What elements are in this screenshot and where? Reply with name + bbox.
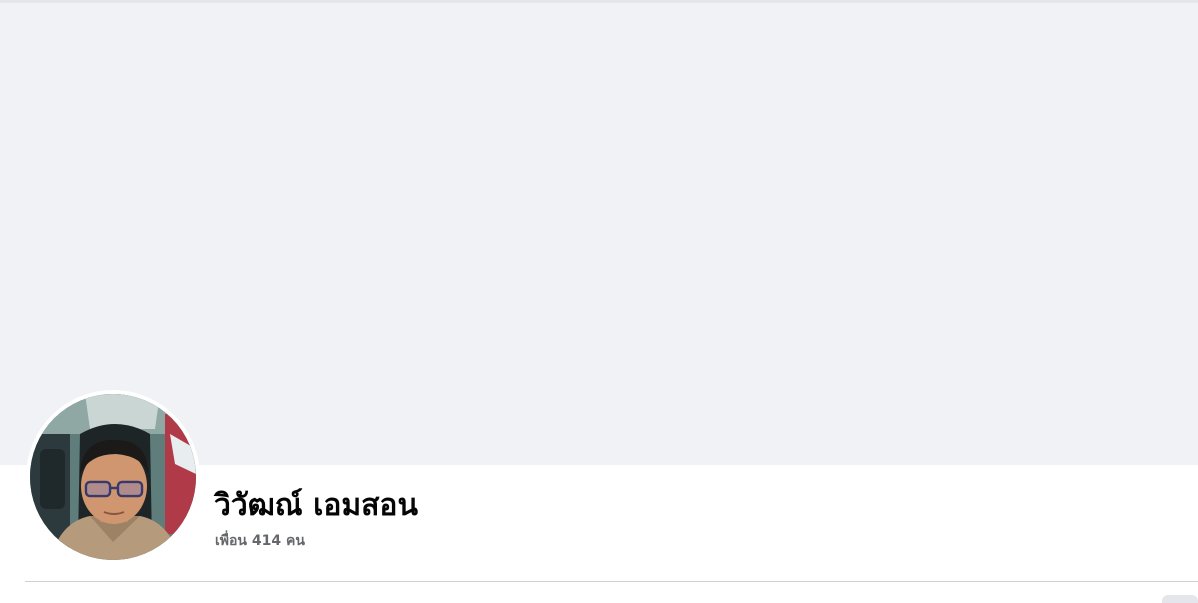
section-divider xyxy=(25,581,1198,582)
more-options-button[interactable] xyxy=(1162,595,1198,603)
profile-avatar[interactable] xyxy=(30,394,196,560)
avatar-image xyxy=(30,394,196,560)
friends-count-link[interactable]: เพื่อน 414 คน xyxy=(215,531,305,551)
profile-name: วิวัฒณ์ เอมสอน xyxy=(214,488,418,523)
cover-photo[interactable] xyxy=(0,3,1198,465)
profile-page: วิวัฒณ์ เอมสอน เพื่อน 414 คน xyxy=(0,0,1198,603)
